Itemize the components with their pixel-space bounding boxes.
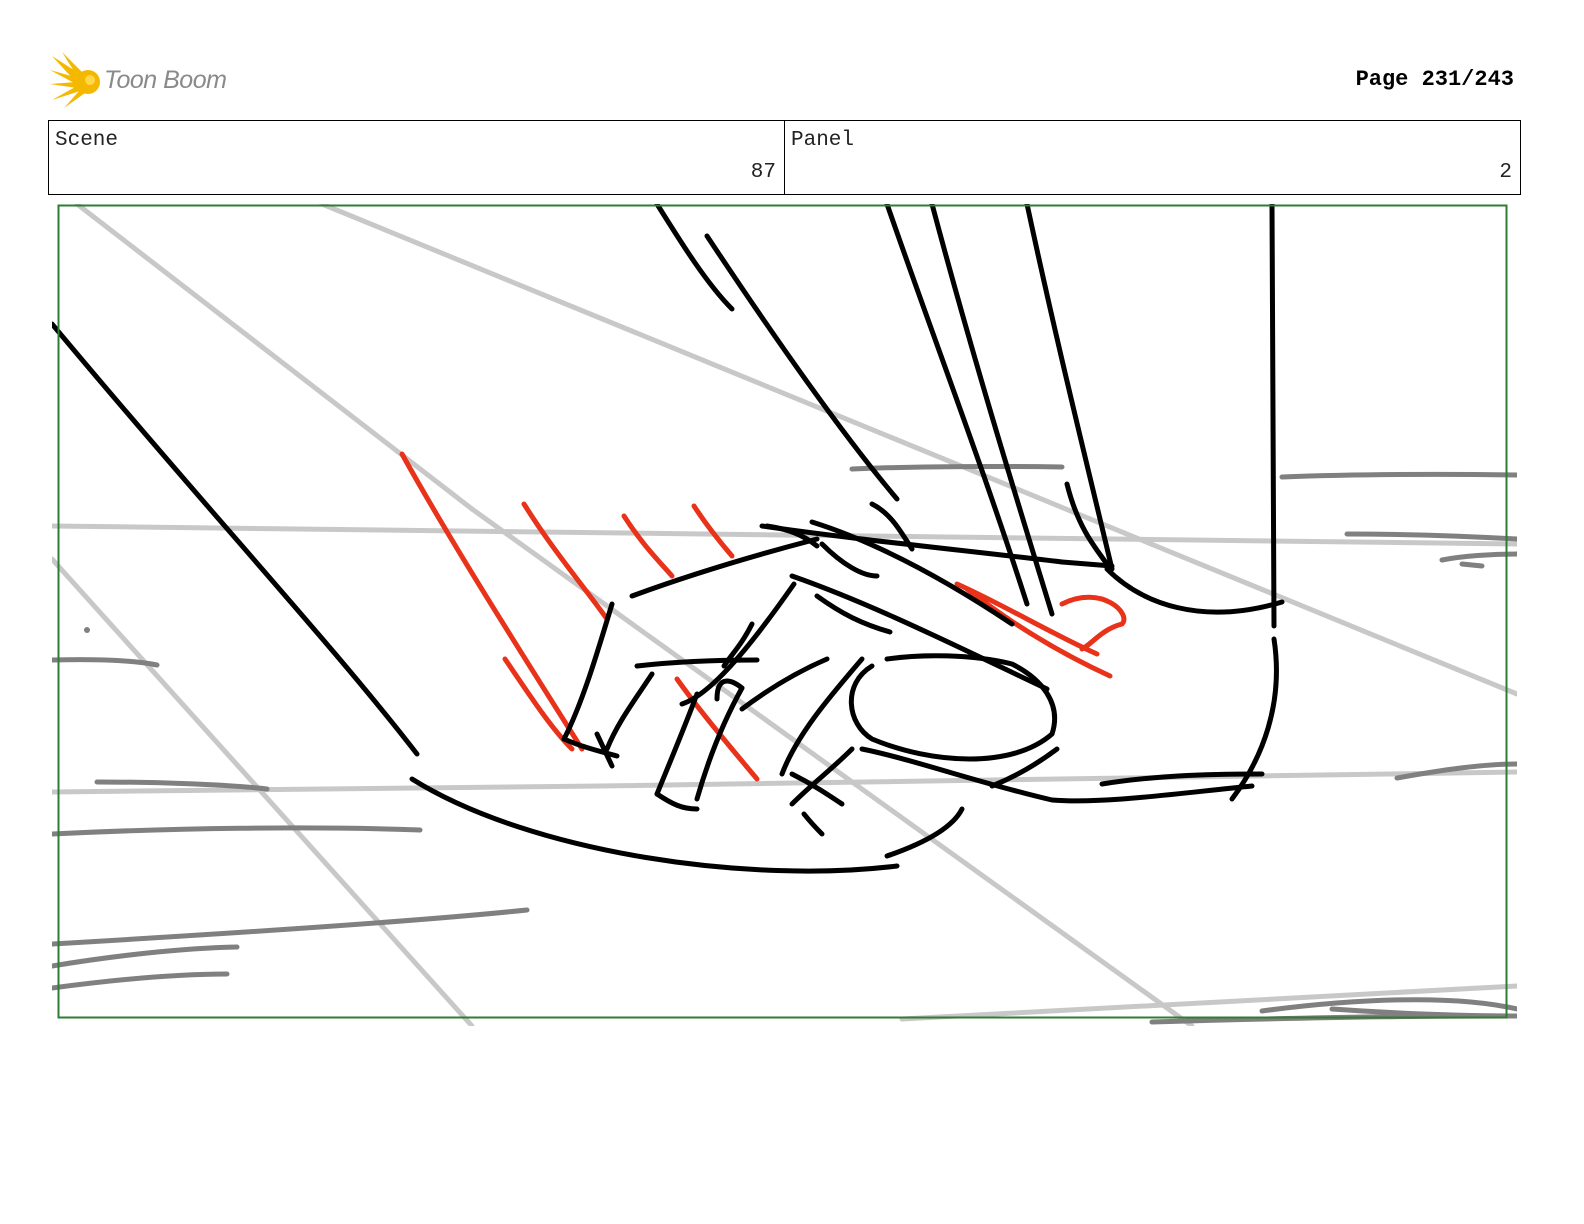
panel-label: Panel (791, 129, 855, 152)
panel-frame-border (57, 204, 1508, 1019)
storyboard-panel (52, 204, 1517, 1026)
scene-panel-info: Scene 87 Panel 2 (48, 120, 1521, 195)
panel-cell: Panel 2 (784, 121, 1520, 194)
sketch-dot (84, 627, 90, 633)
floor-guides-light (52, 204, 1517, 1026)
starburst-logo-icon (50, 52, 100, 108)
sketch-drawing (52, 204, 1517, 1026)
scene-number: 87 (750, 161, 776, 184)
brand-name: Toon Boom (104, 66, 227, 94)
panel-number: 2 (1499, 161, 1512, 184)
toon-boom-logo: Toon Boom (50, 52, 250, 110)
page-number: Page 231/243 (1355, 67, 1514, 92)
scene-label: Scene (55, 129, 119, 152)
scene-cell: Scene 87 (49, 121, 784, 194)
